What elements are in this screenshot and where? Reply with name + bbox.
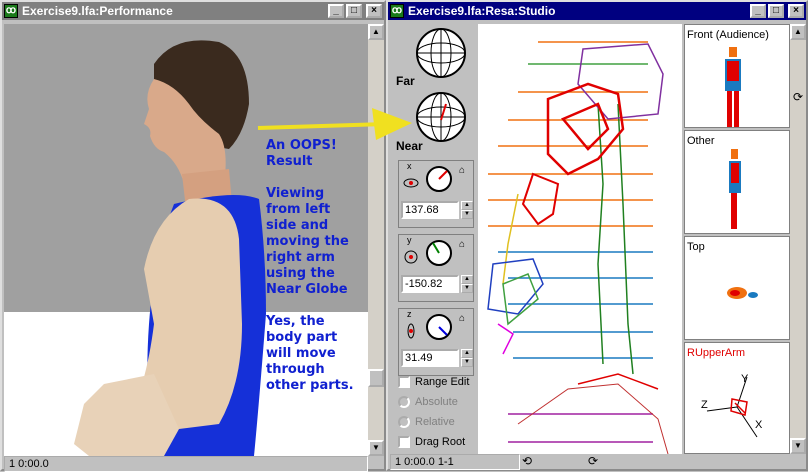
y-dial[interactable] [425, 239, 453, 267]
top-figure [727, 287, 758, 299]
minimize-button[interactable]: _ [750, 4, 766, 18]
rotate-left-icon[interactable]: ⟲ [522, 454, 532, 468]
axis-z-label: Z [701, 399, 708, 411]
app-icon: ꝏ [390, 4, 404, 18]
x-spinner[interactable]: ▲ ▼ [461, 201, 473, 219]
x-value-field[interactable]: 137.68 [401, 201, 459, 219]
maximize-button[interactable]: □ [768, 4, 784, 18]
other-view[interactable]: Other [684, 130, 790, 234]
far-globe[interactable] [414, 26, 468, 80]
z-rotation-control: z ⌂ 31.49 ▲ ▼ [398, 308, 474, 376]
z-axis-label: z [407, 309, 412, 319]
front-view-label: Front (Audience) [687, 29, 769, 41]
scroll-thumb[interactable] [368, 369, 384, 387]
close-button[interactable]: × [366, 4, 382, 18]
part-view[interactable]: RUpperArm Y Z X [684, 342, 790, 454]
y-axis-icon [404, 250, 418, 264]
studio-titlebar[interactable]: ꝏ Exercise9.lfa:Resa:Studio _ □ × [388, 2, 806, 20]
skeleton-wireframe [487, 41, 669, 454]
other-view-label: Other [687, 135, 715, 147]
close-button[interactable]: × [788, 4, 804, 18]
lock-icon[interactable]: ⌂ [459, 239, 465, 250]
absolute-radio[interactable]: Absolute [398, 396, 458, 408]
selected-part-label: RUpperArm [687, 347, 746, 359]
studio-status: 1 0:00.0 1-1 [390, 454, 520, 470]
refresh-icon[interactable]: ⟳ [790, 90, 806, 106]
lock-icon[interactable]: ⌂ [459, 165, 465, 176]
z-axis-icon [407, 323, 415, 339]
near-label: Near [396, 139, 423, 153]
z-value-field[interactable]: 31.49 [401, 349, 459, 367]
studio-viewport[interactable] [478, 24, 682, 454]
front-figure [725, 47, 741, 127]
scroll-down-button[interactable]: ▼ [368, 440, 384, 456]
scroll-up-button[interactable]: ▲ [790, 24, 806, 40]
x-dial[interactable] [425, 165, 453, 193]
minimize-button[interactable]: _ [328, 4, 344, 18]
axis-x-label: X [755, 419, 763, 431]
performance-status: 1 0:00.0 [4, 456, 368, 472]
performance-titlebar[interactable]: ꝏ Exercise9.lfa:Performance _ □ × [2, 2, 384, 20]
studio-window: ꝏ Exercise9.lfa:Resa:Studio _ □ × Far Ne… [386, 0, 808, 471]
view-panels: Front (Audience) Other Top RUpperArm Y Z… [684, 24, 790, 454]
top-view[interactable]: Top [684, 236, 790, 340]
scroll-up-button[interactable]: ▲ [368, 24, 384, 40]
front-view[interactable]: Front (Audience) [684, 24, 790, 128]
x-axis-icon [403, 178, 419, 188]
studio-title: Exercise9.lfa:Resa:Studio [408, 4, 556, 18]
views-scrollbar[interactable]: ▲ ⟳ ▼ [790, 24, 806, 454]
near-globe[interactable] [414, 90, 468, 144]
y-rotation-control: y ⌂ -150.82 ▲ ▼ [398, 234, 474, 302]
y-value-field[interactable]: -150.82 [401, 275, 459, 293]
control-panel: Far Near x ⌂ 137.68 ▲▼ y ⌂ -150.82 ▲▼ [390, 24, 476, 454]
scroll-down-button[interactable]: ▼ [790, 438, 806, 454]
annotation-text: An OOPS! Result Viewing from left side a… [266, 138, 354, 393]
maximize-button[interactable]: □ [346, 4, 362, 18]
z-dial[interactable] [425, 313, 453, 341]
app-icon: ꝏ [4, 4, 18, 18]
far-label: Far [396, 74, 415, 88]
relative-radio[interactable]: Relative [398, 416, 455, 428]
z-spinner[interactable]: ▲ ▼ [461, 349, 473, 367]
other-figure [729, 149, 741, 229]
top-view-label: Top [687, 241, 705, 253]
y-axis-label: y [407, 235, 412, 245]
x-axis-label: x [407, 161, 412, 171]
rotate-right-icon[interactable]: ⟳ [588, 454, 598, 468]
performance-scrollbar[interactable]: ▲ ▼ [368, 24, 384, 456]
lock-icon[interactable]: ⌂ [459, 313, 465, 324]
drag-root-checkbox[interactable]: Drag Root [398, 436, 465, 448]
y-spinner[interactable]: ▲ ▼ [461, 275, 473, 293]
axis-y-label: Y [741, 373, 749, 385]
range-edit-checkbox[interactable]: Range Edit [398, 376, 469, 388]
performance-title: Exercise9.lfa:Performance [22, 4, 173, 18]
x-rotation-control: x ⌂ 137.68 ▲ ▼ [398, 160, 474, 228]
